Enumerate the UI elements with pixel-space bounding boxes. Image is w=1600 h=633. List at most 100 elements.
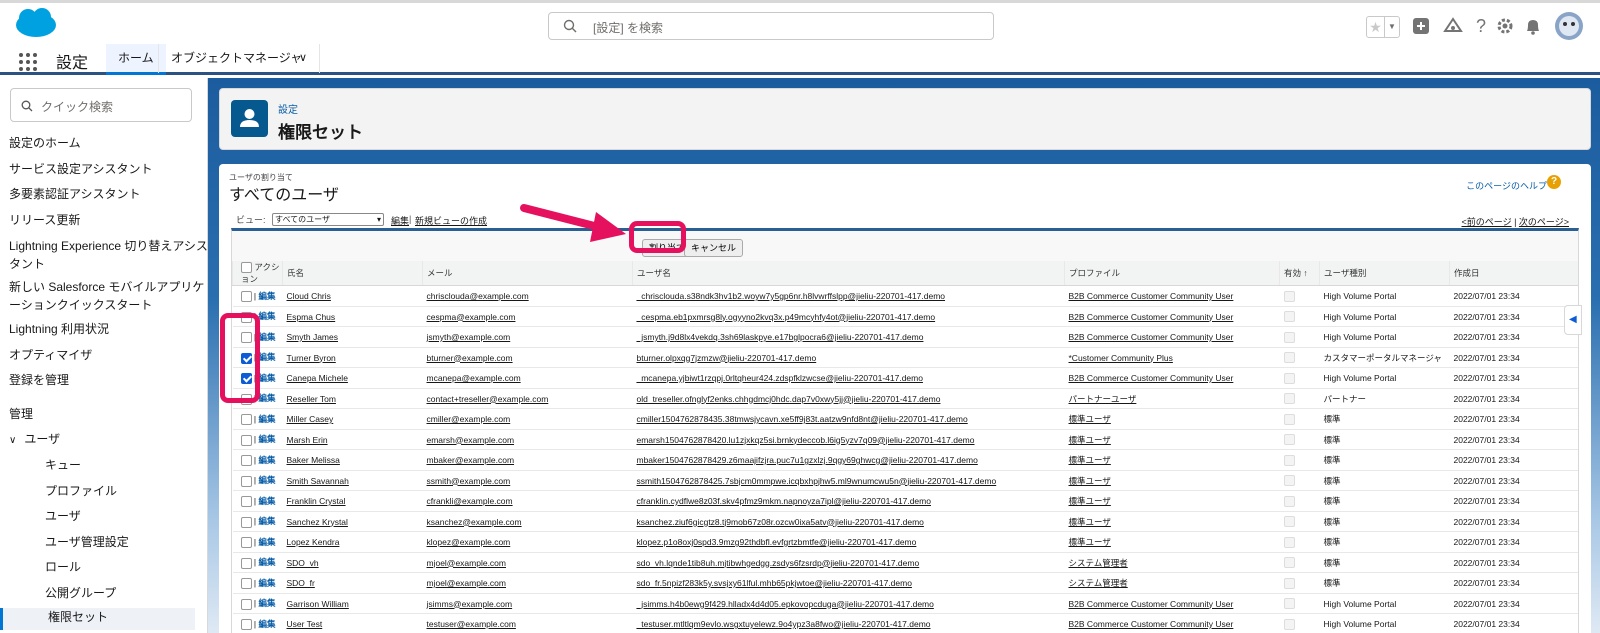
row-username-link[interactable]: _chrisclouda.s38ndk3hv1b2.woyw7y5gp6nr.h… [632,285,1065,307]
sidebar-group-users[interactable]: ∨ ユーザ [9,430,204,450]
salesforce-logo[interactable] [12,7,60,41]
row-checkbox[interactable] [240,537,252,549]
view-select[interactable]: すべてのユーザ ▾ [272,213,384,226]
table-row[interactable]: | 編集 SDO_fr mjoel@example.com sdo_fr.5npizf… [232,572,1578,594]
row-edit-link[interactable]: 編集 [258,414,275,424]
row-name-link[interactable]: Franklin Crystal [282,490,423,512]
row-checkbox[interactable] [240,598,252,610]
row-username-link[interactable]: old_treseller.ofnglyf2enks.chhgdmcj0hdc.… [632,388,1065,410]
sidebar-item-optimizer[interactable]: オプティマイザ [9,346,204,364]
sidebar-item-mobile-quickstart[interactable]: 新しい Salesforce モバイルアプリケーションクイックスタート [9,278,209,314]
favorites-button[interactable]: ★ ▼ [1366,16,1400,38]
tab-object-manager[interactable]: オブジェクトマネージャ ∨ [158,44,320,73]
sidebar-item-mfa-assistant[interactable]: 多要素認証アシスタント [9,185,204,203]
column-header-name[interactable]: 氏名 [282,261,423,287]
row-edit-link[interactable]: 編集 [258,578,275,588]
help-icon[interactable]: ? [1547,175,1561,189]
row-profile-link[interactable]: 標準ユーザ [1064,429,1280,451]
sidebar-item-manage-subscriptions[interactable]: 登録を管理 [9,371,204,389]
global-search-input[interactable]: [設定] を検索 [548,12,994,40]
sidebar-item-lightning-usage[interactable]: Lightning 利用状況 [9,320,204,338]
row-username-link[interactable]: _mcanepa.yjbiwt1rzqpj.0rltqheur424.zdspf… [632,367,1065,389]
column-header-user-type[interactable]: ユーザ種別 [1319,261,1450,287]
row-name-link[interactable]: Baker Melissa [282,449,423,471]
row-profile-link[interactable]: システム管理者 [1064,552,1280,574]
row-name-link[interactable]: Marsh Erin [282,429,423,451]
utility-panel-toggle[interactable]: ◀ [1564,305,1582,335]
table-row[interactable]: | 編集 Lopez Kendra klopez@example.com klopez… [232,531,1578,553]
row-checkbox[interactable] [240,291,252,303]
row-edit-link[interactable]: 編集 [258,455,275,465]
row-username-link[interactable]: bturner.olpxqg7jzmzw@jieliu-220701-417.d… [632,347,1065,369]
table-row[interactable]: | 編集 Smyth James jsmyth@example.com _jsmyth… [232,326,1578,348]
row-email-link[interactable]: mbaker@example.com [422,449,633,471]
row-edit-link[interactable]: 編集 [258,393,275,403]
row-username-link[interactable]: _cespma.eb1pxmrsg8ly.ogyyno2kvq3x.p49mcy… [632,306,1065,328]
row-email-link[interactable]: mcanepa@example.com [422,367,633,389]
row-edit-link[interactable]: 編集 [258,619,275,629]
table-row[interactable]: | 編集 Garrison William jsimms@example.com _j… [232,593,1578,615]
row-profile-link[interactable]: システム管理者 [1064,572,1280,594]
sidebar-item-user-management-settings[interactable]: ユーザ管理設定 [45,533,240,551]
row-edit-link[interactable]: 編集 [258,332,275,342]
row-checkbox[interactable] [240,516,252,528]
row-email-link[interactable]: bturner@example.com [422,347,633,369]
row-name-link[interactable]: Cloud Chris [282,285,423,307]
row-email-link[interactable]: cfrankli@example.com [422,490,633,512]
row-name-link[interactable]: Canepa Michele [282,367,423,389]
sidebar-item-lightning-transition-assistant[interactable]: Lightning Experience 切り替えアシスタント [9,237,209,273]
sidebar-item-setup-home[interactable]: 設定のホーム [9,134,204,152]
row-username-link[interactable]: _testuser.mtltlqm9evlo.wsgxtuyelewz.9o4y… [632,613,1065,633]
row-username-link[interactable]: cfranklin.cydflwe8z03f.skv4pfmz9mkm.napn… [632,490,1065,512]
table-row[interactable]: | 編集 Reseller Tom contact+treseller@exampl… [232,388,1578,410]
row-checkbox[interactable] [240,455,252,467]
row-edit-link[interactable]: 編集 [258,311,275,321]
help-icon[interactable]: ? [1470,15,1492,37]
row-name-link[interactable]: Reseller Tom [282,388,423,410]
row-email-link[interactable]: chrisclouda@example.com [422,285,633,307]
row-edit-link[interactable]: 編集 [258,537,275,547]
row-edit-link[interactable]: 編集 [258,557,275,567]
trailhead-icon[interactable] [1442,15,1464,37]
app-launcher-icon[interactable] [18,52,38,72]
sidebar-item-profiles[interactable]: プロファイル [45,482,240,500]
row-name-link[interactable]: Lopez Kendra [282,531,423,553]
sidebar-item-release-updates[interactable]: リリース更新 [9,211,204,229]
sidebar-item-public-groups[interactable]: 公開グループ [45,584,240,602]
row-profile-link[interactable]: 標準ユーザ [1064,470,1280,492]
row-checkbox[interactable] [240,475,252,487]
row-edit-link[interactable]: 編集 [258,291,275,301]
row-edit-link[interactable]: 編集 [258,598,275,608]
row-email-link[interactable]: contact+treseller@example.com [422,388,633,410]
row-profile-link[interactable]: B2B Commerce Customer Community User [1064,367,1280,389]
table-row[interactable]: | 編集 Baker Melissa mbaker@example.com mbake… [232,449,1578,471]
column-header-profile[interactable]: プロファイル [1064,261,1280,287]
row-username-link[interactable]: ksanchez.ziuf6gicgtz8.tj9mob67z08r.ozcw0… [632,511,1065,533]
row-checkbox[interactable] [240,414,252,426]
row-name-link[interactable]: User Test [282,613,423,633]
row-checkbox[interactable] [240,434,252,446]
column-header-username[interactable]: ユーザ名 [632,261,1065,287]
bell-icon[interactable] [1522,15,1544,37]
edit-view-link[interactable]: 編集 [391,214,409,227]
row-profile-link[interactable]: B2B Commerce Customer Community User [1064,285,1280,307]
row-profile-link[interactable]: パートナーユーザ [1064,388,1280,410]
row-profile-link[interactable]: B2B Commerce Customer Community User [1064,613,1280,633]
table-row[interactable]: | 編集 Marsh Erin emarsh@example.com emarsh15… [232,429,1578,451]
row-username-link[interactable]: ssmith1504762878425.7sbjcm0mmpwe.icqbxhp… [632,470,1065,492]
gear-icon[interactable] [1494,15,1516,37]
row-email-link[interactable]: jsimms@example.com [422,593,633,615]
row-name-link[interactable]: Garrison William [282,593,423,615]
row-checkbox[interactable] [240,578,252,590]
row-username-link[interactable]: _jsmyth.j9d8lx4vekdq.3sh69laskpye.e17bgl… [632,326,1065,348]
column-header-email[interactable]: メール [422,261,633,287]
table-row[interactable]: | 編集 Espma Chus cespma@example.com _cespma.… [232,306,1578,328]
row-username-link[interactable]: sdo_fr.5npizf283k5y.svsjxy61lful.mhb65pk… [632,572,1065,594]
row-username-link[interactable]: _jsimms.h4b0ewg9f429.hlladx4d4d05.epkovo… [632,593,1065,615]
table-row[interactable]: | 編集 Sanchez Krystal ksanchez@example.com k… [232,511,1578,533]
column-header-action[interactable]: アクション [232,261,283,287]
column-header-created[interactable]: 作成日 [1449,261,1578,287]
row-name-link[interactable]: Smyth James [282,326,423,348]
column-header-active[interactable]: 有効 ↑ [1279,261,1320,287]
global-actions-icon[interactable] [1410,15,1432,37]
